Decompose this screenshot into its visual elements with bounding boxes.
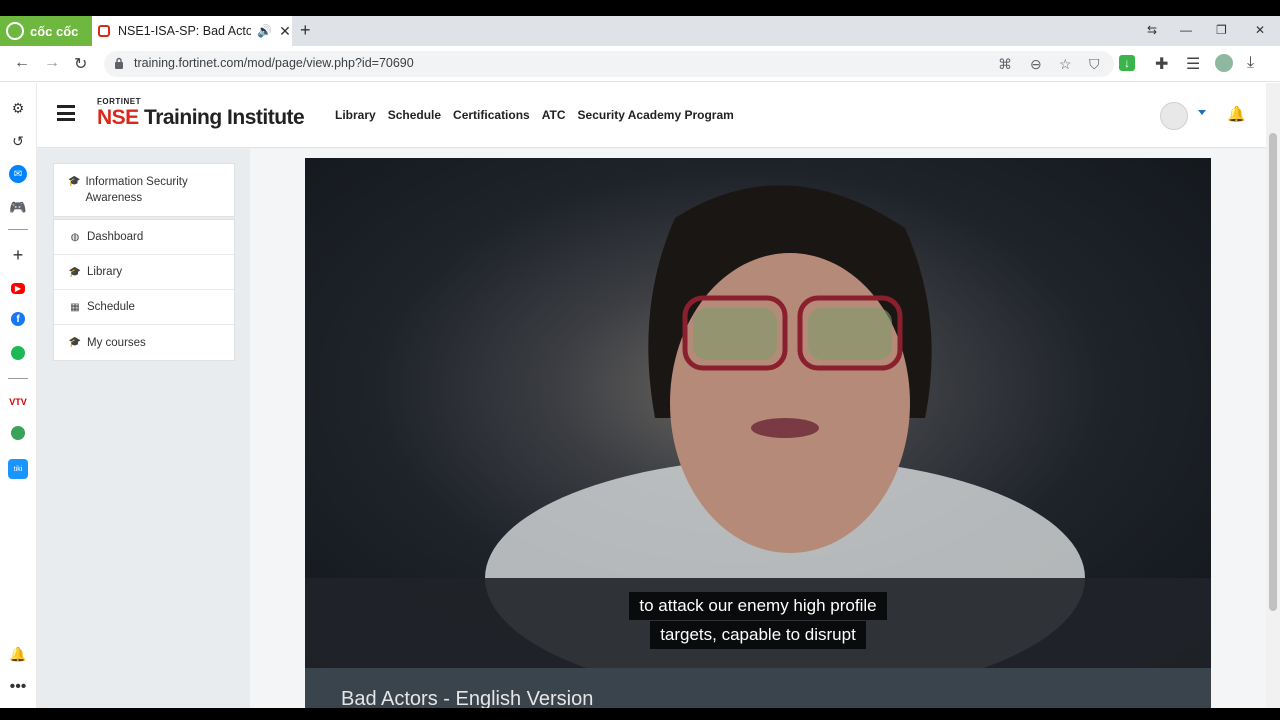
sidebar-item-library[interactable]: 🎓 Library bbox=[54, 255, 234, 290]
close-window-icon[interactable]: ✕ bbox=[1255, 23, 1265, 37]
nse-logo[interactable]: F̲ORTINET NSE Training Institute bbox=[97, 97, 305, 130]
minimize-icon[interactable]: — bbox=[1180, 23, 1192, 37]
tiki-icon[interactable]: tiki bbox=[8, 459, 28, 479]
subtitle-line-2: targets, capable to disrupt bbox=[305, 621, 1211, 649]
more-icon[interactable]: ••• bbox=[9, 678, 27, 696]
facebook-icon[interactable]: f bbox=[11, 312, 25, 326]
video-title-bar: Bad Actors - English Version bbox=[305, 668, 1211, 708]
sidebar-separator bbox=[8, 229, 28, 230]
download-video-icon[interactable]: ↓ bbox=[1119, 55, 1135, 71]
course-link[interactable]: 🎓 Information Security Awareness bbox=[54, 164, 234, 216]
graduation-cap-icon: 🎓 bbox=[68, 337, 82, 348]
close-tab-icon[interactable]: ✕ bbox=[278, 23, 292, 40]
reading-list-icon[interactable]: ☰ bbox=[1186, 54, 1200, 74]
course-title: Information Security Awareness bbox=[85, 176, 188, 204]
translate-icon[interactable]: ⌘ bbox=[998, 56, 1012, 73]
sidebar-item-label: Library bbox=[87, 266, 123, 278]
main-content: to attack our enemy high profile targets… bbox=[250, 149, 1266, 708]
tab-search-icon[interactable]: ⇆ bbox=[1147, 23, 1157, 37]
zoom-out-icon[interactable]: ⊖ bbox=[1030, 56, 1042, 73]
sidebar-item-label: My courses bbox=[87, 336, 146, 349]
forward-icon[interactable]: → bbox=[44, 54, 60, 72]
extensions-icon[interactable]: ✚ bbox=[1155, 54, 1168, 74]
speaker-icon[interactable]: 🔊 bbox=[257, 24, 272, 38]
scroll-thumb[interactable] bbox=[1269, 133, 1277, 611]
game-controller-icon[interactable]: 🎮 bbox=[9, 198, 27, 216]
fortinet-favicon-icon bbox=[98, 25, 110, 37]
nav-schedule[interactable]: Schedule bbox=[388, 108, 441, 122]
coccoc-brand-button[interactable]: cốc cốc bbox=[0, 16, 92, 46]
new-tab-button[interactable]: + bbox=[300, 20, 311, 41]
reload-icon[interactable]: ↻ bbox=[74, 54, 87, 74]
sidebar-item-label: Dashboard bbox=[87, 231, 144, 243]
graduation-cap-icon: 🎓 bbox=[68, 176, 81, 187]
back-icon[interactable]: ← bbox=[14, 54, 30, 72]
graduation-cap-icon: 🎓 bbox=[68, 266, 82, 278]
browser-sidebar: ⚙ ↺ ✉ 🎮 + ▶ f VTV tiki 🔔 ••• bbox=[0, 83, 37, 708]
nav-certifications[interactable]: Certifications bbox=[453, 108, 530, 122]
vtv-icon[interactable]: VTV bbox=[9, 393, 27, 411]
dashboard-icon: ◍ bbox=[70, 231, 80, 243]
url-text: training.fortinet.com/mod/page/view.php?… bbox=[134, 56, 414, 70]
nav-security-academy[interactable]: Security Academy Program bbox=[578, 108, 734, 122]
downloads-icon[interactable]: ⤓ bbox=[1247, 54, 1254, 72]
user-menu-caret-icon[interactable] bbox=[1198, 110, 1206, 115]
settings-icon[interactable]: ⚙ bbox=[9, 99, 27, 117]
top-black-strip bbox=[0, 0, 1280, 16]
screen: cốc cốc NSE1-ISA-SP: Bad Actors 🔊 ✕ + ⇆ … bbox=[0, 0, 1280, 720]
web-page: F̲ORTINET NSE Training Institute Library… bbox=[37, 83, 1266, 708]
subtitle-line-1: to attack our enemy high profile bbox=[305, 592, 1211, 620]
maps-icon[interactable] bbox=[11, 426, 25, 440]
url-field[interactable]: training.fortinet.com/mod/page/view.php?… bbox=[104, 51, 1114, 77]
bookmark-star-icon[interactable]: ☆ bbox=[1059, 56, 1072, 73]
shield-icon[interactable]: ⛉ bbox=[1089, 56, 1100, 73]
calendar-icon: ▦ bbox=[70, 301, 80, 313]
tab-active[interactable]: NSE1-ISA-SP: Bad Actors 🔊 ✕ bbox=[92, 16, 292, 46]
fortinet-wordmark: F̲ORTINET bbox=[97, 97, 141, 106]
tab-title: NSE1-ISA-SP: Bad Actors bbox=[118, 24, 252, 38]
site-header: F̲ORTINET NSE Training Institute Library… bbox=[37, 83, 1266, 148]
notifications-bell-icon[interactable]: 🔔 bbox=[1227, 105, 1246, 123]
sidebar-item-label: Schedule bbox=[87, 301, 135, 313]
nav-atc[interactable]: ATC bbox=[542, 108, 566, 122]
sidebar-menu: ◍ Dashboard 🎓 Library ▦ Schedule 🎓 My co… bbox=[53, 219, 235, 361]
video-player[interactable]: to attack our enemy high profile targets… bbox=[305, 158, 1211, 668]
sidebar-item-dashboard[interactable]: ◍ Dashboard bbox=[54, 220, 234, 255]
history-icon[interactable]: ↺ bbox=[9, 132, 27, 150]
sidebar-item-schedule[interactable]: ▦ Schedule bbox=[54, 290, 234, 325]
course-card: 🎓 Information Security Awareness bbox=[53, 163, 235, 217]
hamburger-menu-icon[interactable] bbox=[57, 105, 75, 121]
messenger-icon[interactable]: ✉ bbox=[9, 165, 27, 183]
top-navigation: Library Schedule Certifications ATC Secu… bbox=[335, 108, 734, 122]
address-bar: ← → ↻ training.fortinet.com/mod/page/vie… bbox=[0, 46, 1280, 82]
course-sidebar: 🎓 Information Security Awareness ◍ Dashb… bbox=[37, 149, 250, 708]
logo-title: NSE Training Institute bbox=[97, 106, 305, 129]
profile-avatar-icon[interactable] bbox=[1215, 54, 1233, 72]
sidebar-separator bbox=[8, 378, 28, 379]
video-title: Bad Actors - English Version bbox=[341, 688, 594, 708]
bottom-black-strip bbox=[0, 708, 1280, 720]
coccoc-logo-icon bbox=[6, 22, 24, 40]
tab-bar: cốc cốc NSE1-ISA-SP: Bad Actors 🔊 ✕ + ⇆ … bbox=[0, 16, 1280, 46]
lock-icon bbox=[115, 57, 123, 69]
youtube-icon[interactable]: ▶ bbox=[11, 283, 25, 294]
page-scrollbar[interactable] bbox=[1266, 83, 1280, 708]
sidebar-item-my-courses[interactable]: 🎓 My courses bbox=[54, 325, 234, 360]
user-avatar[interactable] bbox=[1160, 102, 1188, 130]
spotify-icon[interactable] bbox=[11, 346, 25, 360]
brand-name: cốc cốc bbox=[30, 23, 79, 39]
restore-icon[interactable]: ❐ bbox=[1216, 23, 1227, 37]
nav-library[interactable]: Library bbox=[335, 108, 376, 122]
notification-bell-icon[interactable]: 🔔 bbox=[9, 645, 27, 663]
add-app-icon[interactable]: + bbox=[9, 245, 27, 265]
